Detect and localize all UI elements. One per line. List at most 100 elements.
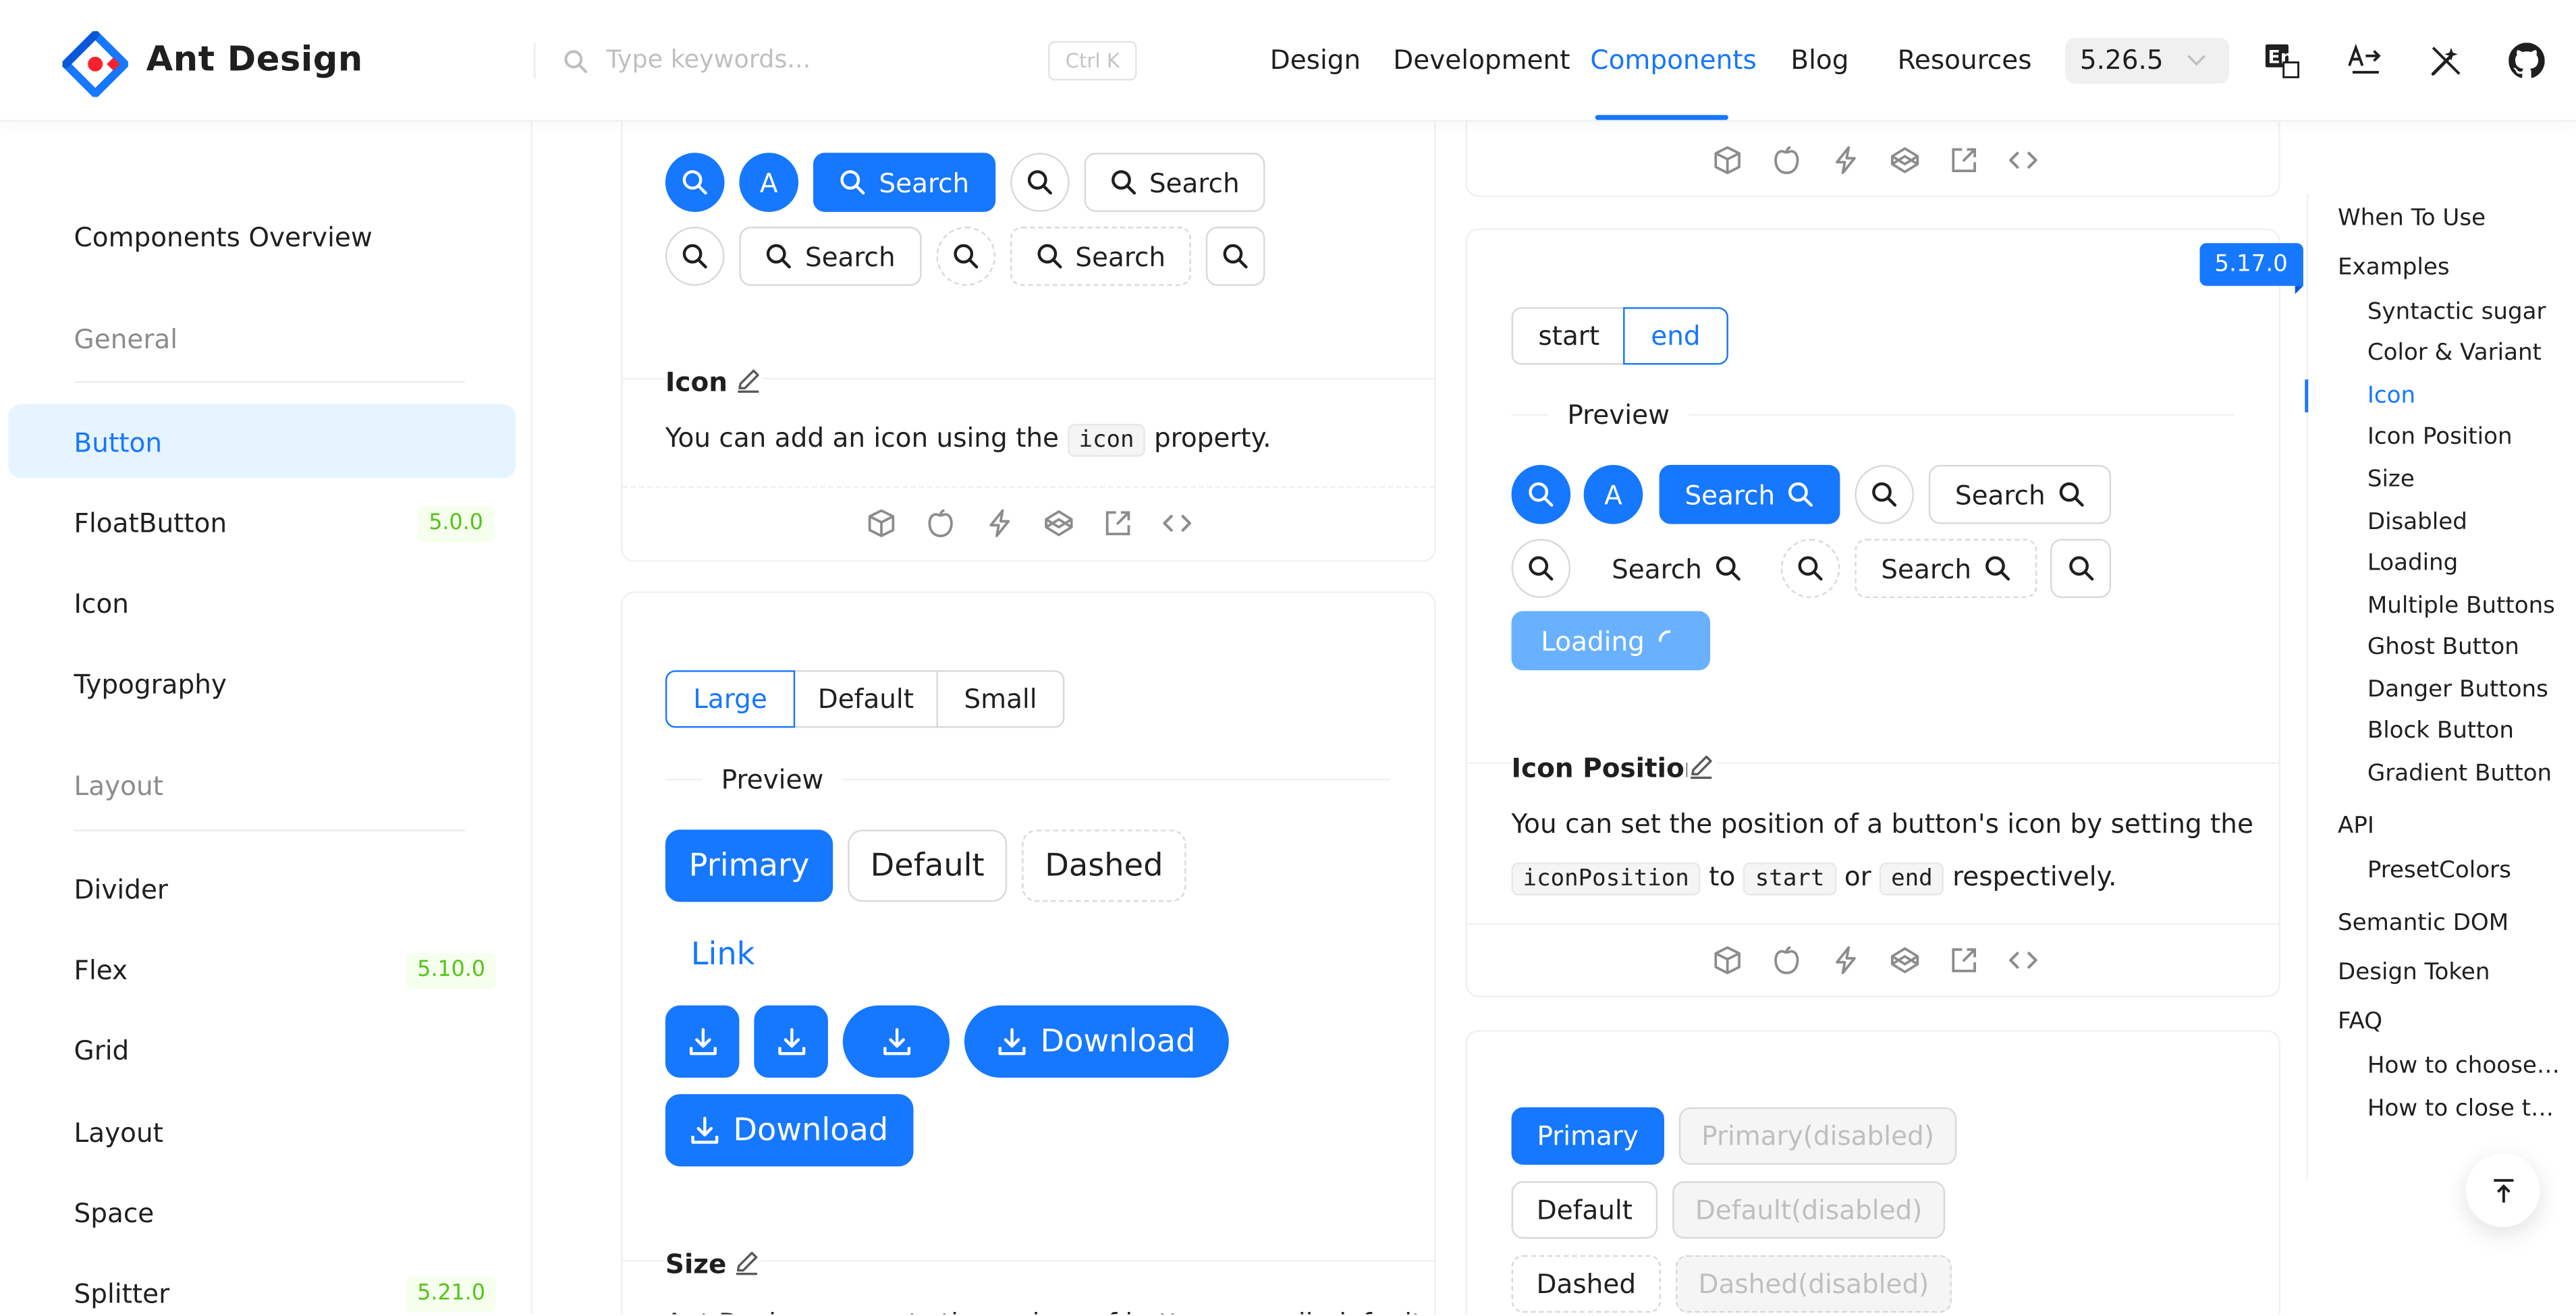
primary-button[interactable]: Primary [1511, 1107, 1664, 1165]
stackblitz-icon[interactable] [984, 508, 1015, 539]
dashed-button[interactable]: Dashed [1511, 1255, 1662, 1313]
search-circle-button[interactable] [665, 226, 725, 286]
link-large-button[interactable]: Link [665, 919, 780, 991]
default-large-button[interactable]: Default [848, 829, 1008, 902]
search-circle-button[interactable] [1010, 153, 1070, 213]
search-default-button[interactable]: Search [1928, 464, 2112, 524]
segment-default[interactable]: Default [792, 670, 940, 728]
segment-end[interactable]: end [1623, 307, 1728, 365]
sidebar-item-icon[interactable]: Icon [74, 588, 129, 619]
toc-item[interactable]: Syntactic sugar [2367, 299, 2546, 325]
edit-icon[interactable] [732, 1249, 761, 1277]
dashed-large-button[interactable]: Dashed [1022, 829, 1186, 902]
search-dashed-button[interactable]: Search [1010, 226, 1191, 286]
code-icon[interactable] [1161, 508, 1193, 539]
logo-text[interactable]: Ant Design [146, 39, 363, 78]
toc-api[interactable]: API [2338, 813, 2374, 840]
search-circle-primary-button[interactable] [1511, 464, 1571, 524]
toc-item[interactable]: How to close the... [2367, 1096, 2565, 1122]
search-text-button[interactable]: Search [1585, 539, 1767, 598]
cube-icon[interactable] [1712, 945, 1743, 976]
toc-item[interactable]: Icon Position [2367, 424, 2513, 450]
toc-item[interactable]: How to choose t... [2367, 1053, 2565, 1079]
toc-examples[interactable]: Examples [2338, 254, 2450, 281]
toc-when-to-use[interactable]: When To Use [2338, 205, 2486, 231]
sidebar-item-button[interactable]: Button [74, 427, 162, 458]
toc-item[interactable]: Disabled [2367, 510, 2467, 536]
sidebar-item-splitter[interactable]: Splitter [74, 1278, 170, 1309]
toc-faq[interactable]: FAQ [2338, 1009, 2382, 1035]
toc-item[interactable]: PresetColors [2367, 858, 2511, 884]
search-dashed-button[interactable]: Search [1855, 539, 2037, 599]
codepen-icon[interactable] [1889, 945, 1920, 976]
theme-icon[interactable] [2428, 43, 2465, 79]
a-circle-primary-button[interactable]: A [1583, 464, 1643, 524]
stackblitz-icon[interactable] [1830, 144, 1861, 175]
nav-components[interactable]: Components [1590, 45, 1756, 76]
open-external-icon[interactable] [1948, 945, 1979, 976]
search-circle-dashed-button[interactable] [936, 226, 996, 286]
code-icon[interactable] [2008, 945, 2039, 976]
search-circle-button[interactable] [1855, 464, 1914, 524]
open-external-icon[interactable] [1102, 508, 1133, 539]
nav-blog[interactable]: Blog [1790, 45, 1848, 76]
loading-button[interactable]: Loading [1511, 611, 1711, 671]
download-round-text-button[interactable]: Download [964, 1005, 1229, 1078]
codepen-icon[interactable] [1889, 144, 1920, 175]
sidebar-item-overview[interactable]: Components Overview [74, 222, 373, 253]
toc-item[interactable]: Ghost Button [2367, 634, 2519, 661]
translate-en-icon[interactable]: En [2264, 43, 2300, 79]
primary-large-button[interactable]: Primary [665, 829, 833, 902]
version-select[interactable]: 5.26.5 [2064, 37, 2230, 84]
segment-start[interactable]: start [1511, 307, 1626, 365]
sidebar-item-typography[interactable]: Typography [74, 669, 227, 700]
search-circle-dashed-button[interactable] [1780, 539, 1840, 599]
segment-large[interactable]: Large [665, 670, 796, 728]
download-text-button[interactable]: Download [665, 1094, 914, 1167]
nav-development[interactable]: Development [1393, 45, 1570, 76]
a-circle-primary-button[interactable]: A [739, 153, 799, 213]
search-circle-button[interactable] [1511, 539, 1571, 599]
toc-item[interactable]: Multiple Buttons [2367, 593, 2555, 620]
sidebar-item-grid[interactable]: Grid [74, 1035, 130, 1066]
search-primary-button[interactable]: Search [813, 153, 996, 213]
ant-design-logo-icon[interactable] [62, 31, 128, 97]
search-icon-button[interactable] [1205, 226, 1265, 286]
search-default-button[interactable]: Search [1084, 153, 1265, 213]
codesandbox-icon[interactable] [925, 508, 956, 539]
nav-design[interactable]: Design [1270, 45, 1361, 76]
github-icon[interactable] [2509, 43, 2545, 79]
download-round-button[interactable] [842, 1005, 950, 1078]
stackblitz-icon[interactable] [1830, 945, 1861, 976]
sidebar-item-flex[interactable]: Flex [74, 954, 128, 985]
search-icon-button[interactable] [2050, 539, 2112, 599]
search-circle-primary-button[interactable] [665, 153, 725, 213]
toc-item[interactable]: Gradient Button [2367, 761, 2552, 787]
sidebar-item-layout[interactable]: Layout [74, 1117, 163, 1148]
sidebar-item-divider[interactable]: Divider [74, 874, 168, 905]
codepen-icon[interactable] [1043, 508, 1074, 539]
direction-icon[interactable] [2346, 43, 2382, 79]
codesandbox-icon[interactable] [1771, 945, 1802, 976]
open-external-icon[interactable] [1948, 144, 1979, 175]
nav-resources[interactable]: Resources [1898, 45, 2032, 76]
search-input[interactable]: Type keywords... [606, 45, 811, 74]
sidebar-item-space[interactable]: Space [74, 1198, 155, 1229]
edit-icon[interactable] [1687, 752, 1716, 781]
search-default-button[interactable]: Search [739, 226, 922, 286]
search-primary-button[interactable]: Search [1659, 464, 1840, 524]
segment-small[interactable]: Small [936, 670, 1065, 728]
toc-design-token[interactable]: Design Token [2338, 960, 2490, 986]
cube-icon[interactable] [866, 508, 897, 539]
code-icon[interactable] [2008, 144, 2039, 175]
toc-item[interactable]: Block Button [2367, 718, 2514, 744]
codesandbox-icon[interactable] [1771, 144, 1802, 175]
default-button[interactable]: Default [1511, 1181, 1658, 1239]
toc-item[interactable]: Size [2367, 466, 2415, 493]
download-icon-button[interactable] [665, 1005, 740, 1078]
back-to-top-button[interactable] [2465, 1153, 2540, 1228]
download-circle-button[interactable] [754, 1005, 828, 1078]
toc-item-active[interactable]: Icon [2367, 383, 2415, 409]
toc-item[interactable]: Loading [2367, 550, 2458, 576]
toc-semantic-dom[interactable]: Semantic DOM [2338, 910, 2509, 937]
